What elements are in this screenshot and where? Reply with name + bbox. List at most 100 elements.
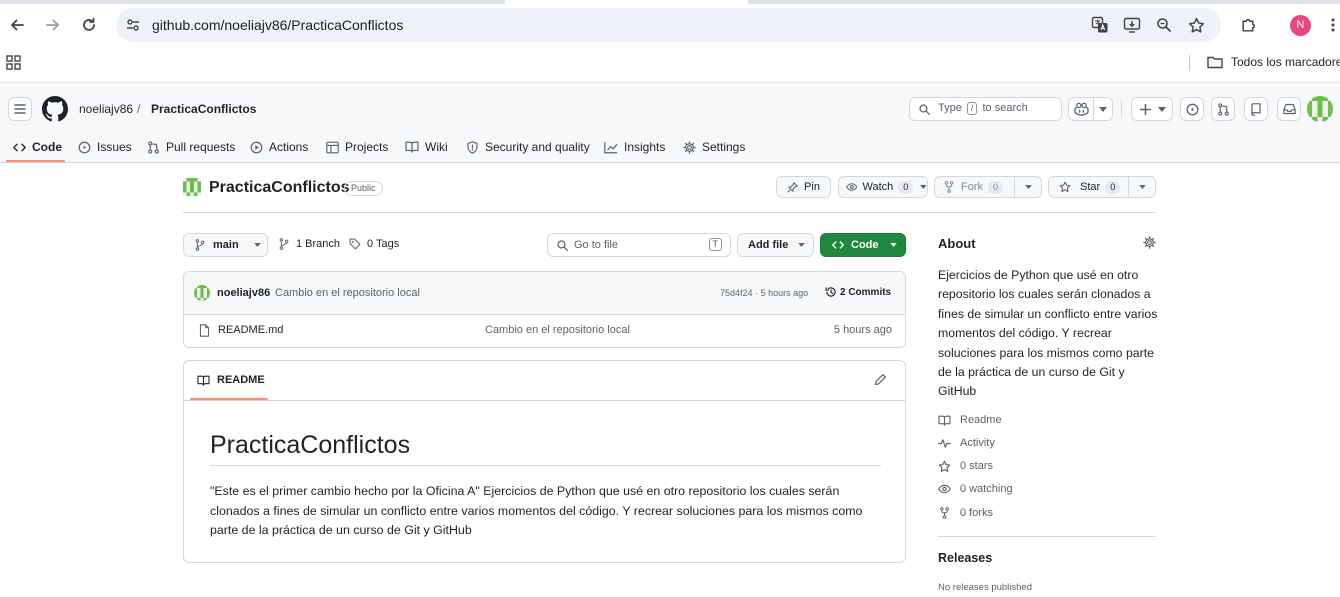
commits-link[interactable]: 2 Commits xyxy=(825,286,891,298)
address-bar[interactable]: github.com/noeliajv86/PracticaConflictos xyxy=(116,8,1221,42)
edit-readme-button[interactable] xyxy=(874,373,887,386)
go-to-file-input[interactable]: Go to file T xyxy=(547,233,731,257)
commit-message[interactable]: Cambio en el repositorio local xyxy=(275,287,420,299)
create-new-button[interactable] xyxy=(1131,97,1173,121)
all-bookmarks-folder[interactable]: Todos los marcadore xyxy=(1231,55,1340,69)
branch-selector[interactable]: main xyxy=(183,233,268,257)
install-app-icon[interactable] xyxy=(1123,16,1141,34)
bookmarks-bar: Todos los marcadore xyxy=(0,49,1340,83)
tab-insights[interactable]: Insights xyxy=(604,131,665,163)
tab-projects[interactable]: Projects xyxy=(326,131,388,163)
pull-requests-button[interactable] xyxy=(1211,97,1235,121)
tab-security[interactable]: Security and quality xyxy=(466,131,590,163)
tab-label: Wiki xyxy=(425,140,448,154)
readme-tab[interactable]: README xyxy=(197,374,265,386)
readme-body: "Este es el primer cambio hecho por la O… xyxy=(210,484,863,538)
tab-pull-requests[interactable]: Pull requests xyxy=(147,131,235,163)
tab-label: Security and quality xyxy=(485,140,590,154)
back-button[interactable] xyxy=(5,13,29,37)
chevron-down-icon xyxy=(1099,107,1107,112)
pin-button[interactable]: Pin xyxy=(776,176,831,198)
commit-author-avatar[interactable] xyxy=(194,285,210,301)
file-commit-message[interactable]: Cambio en el repositorio local xyxy=(485,324,630,336)
tab-issues[interactable]: Issues xyxy=(78,131,132,163)
browser-menu-button[interactable] xyxy=(1326,13,1340,37)
sidebar-item-readme[interactable]: Readme xyxy=(938,412,1002,428)
add-file-label: Add file xyxy=(748,239,789,251)
fork-button[interactable]: Fork 0 xyxy=(934,176,1042,198)
profile-avatar[interactable]: N xyxy=(1290,15,1311,36)
tab-code[interactable]: Code xyxy=(13,131,62,163)
edit-about-button[interactable] xyxy=(1143,236,1156,249)
star-button[interactable]: Star 0 xyxy=(1048,176,1156,198)
eye-icon xyxy=(846,183,858,191)
commit-sha[interactable]: 75d4f24 xyxy=(720,288,753,298)
tab-settings[interactable]: Settings xyxy=(683,131,745,163)
tags-link[interactable]: 0 Tags xyxy=(349,238,399,250)
global-menu-button[interactable] xyxy=(8,97,32,121)
repo-title[interactable]: PracticaConflictos xyxy=(209,179,349,197)
readme-heading: PracticaConflictos xyxy=(210,431,411,459)
translate-icon[interactable] xyxy=(1091,16,1109,34)
commit-author[interactable]: noeliajv86 xyxy=(217,287,270,299)
tab-actions[interactable]: Actions xyxy=(250,131,308,163)
tag-icon xyxy=(349,238,361,250)
url-text[interactable]: github.com/noeliajv86/PracticaConflictos xyxy=(152,17,403,33)
forward-button[interactable] xyxy=(41,13,65,37)
breadcrumb-separator: / xyxy=(137,102,141,116)
search-shortcut-key: / xyxy=(966,102,978,115)
fork-icon xyxy=(944,181,954,193)
sidebar-item-label: Readme xyxy=(960,414,1002,426)
file-row: README.md Cambio en el repositorio local… xyxy=(184,315,905,347)
search-input[interactable]: Type / to search xyxy=(909,97,1062,121)
extensions-button[interactable] xyxy=(1236,13,1260,37)
apps-grid-icon[interactable] xyxy=(6,55,22,71)
puzzle-icon xyxy=(1241,18,1255,32)
tab-label: Projects xyxy=(345,140,389,154)
add-file-button[interactable]: Add file xyxy=(737,233,814,257)
releases-title[interactable]: Releases xyxy=(938,551,992,565)
inbox-button[interactable] xyxy=(1277,97,1301,121)
tab-wiki[interactable]: Wiki xyxy=(405,131,448,163)
sidebar-item-forks[interactable]: 0 forks xyxy=(938,505,993,521)
watch-button[interactable]: Watch 0 xyxy=(838,176,928,198)
sidebar-item-stars[interactable]: 0 stars xyxy=(938,458,993,474)
breadcrumb-repo[interactable]: PracticaConflictos xyxy=(151,102,256,116)
chevron-down-icon xyxy=(1025,185,1032,189)
issues-button[interactable] xyxy=(1180,97,1204,121)
branch-icon xyxy=(279,238,289,250)
chevron-down-icon xyxy=(1139,185,1146,189)
sidebar-item-activity[interactable]: Activity xyxy=(938,435,995,451)
book-icon xyxy=(197,375,210,386)
code-icon xyxy=(832,241,844,249)
branches-link[interactable]: 1 Branch xyxy=(279,238,340,250)
site-settings-icon[interactable] xyxy=(124,16,142,34)
github-header: noeliajv86 / PracticaConflictos Type / t… xyxy=(0,83,1340,163)
star-divider xyxy=(1128,177,1129,197)
copilot-button[interactable] xyxy=(1068,97,1113,121)
go-to-file-placeholder: Go to file xyxy=(574,239,619,251)
branches-count: 1 Branch xyxy=(296,238,341,250)
file-name[interactable]: README.md xyxy=(218,324,283,336)
table-icon xyxy=(326,141,339,153)
star-icon xyxy=(938,460,951,472)
reload-icon xyxy=(83,17,95,31)
star-count: 0 xyxy=(1105,180,1121,194)
graph-icon xyxy=(604,141,618,153)
tab-label: Settings xyxy=(702,140,746,154)
code-button[interactable]: Code xyxy=(820,233,906,257)
repositories-button[interactable] xyxy=(1244,97,1268,121)
user-avatar[interactable] xyxy=(1307,96,1333,122)
code-label: Code xyxy=(851,239,879,251)
reload-button[interactable] xyxy=(77,13,101,37)
breadcrumb-owner[interactable]: noeliajv86 xyxy=(79,102,133,116)
branch-name: main xyxy=(213,239,239,251)
github-logo-icon[interactable] xyxy=(42,96,68,122)
zoom-icon[interactable] xyxy=(1155,16,1173,34)
sidebar-item-watching[interactable]: 0 watching xyxy=(938,481,1013,497)
bookmark-star-icon[interactable] xyxy=(1187,16,1205,34)
chevron-down-icon xyxy=(920,185,927,189)
issue-icon xyxy=(78,141,91,153)
fork-icon xyxy=(940,507,949,519)
inbox-icon xyxy=(1282,103,1296,115)
